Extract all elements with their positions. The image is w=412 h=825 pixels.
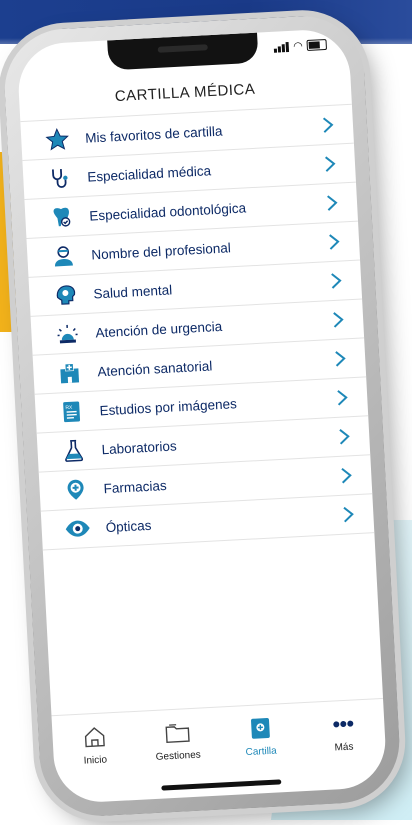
chevron-right-icon <box>322 117 334 133</box>
cartilla-menu: Mis favoritos de cartilla Especialidad m… <box>20 103 375 551</box>
menu-item-label: Estudios por imágenes <box>99 395 238 418</box>
chevron-right-icon <box>327 195 338 211</box>
chevron-right-icon <box>331 273 342 289</box>
doctor-icon <box>49 241 78 270</box>
home-icon <box>84 726 105 747</box>
tab-label: Cartilla <box>245 745 277 758</box>
battery-icon <box>306 38 328 52</box>
chevron-right-icon <box>339 429 350 445</box>
chevron-right-icon <box>329 234 340 250</box>
wifi-icon: ◠ <box>292 40 304 53</box>
tab-inicio[interactable]: Inicio <box>52 712 138 778</box>
folder-icon <box>164 723 190 743</box>
signal-icon <box>274 41 290 53</box>
menu-item-label: Especialidad odontológica <box>88 199 247 224</box>
svg-text:RX: RX <box>65 405 73 411</box>
bottom-tab-bar: Inicio Gestiones Cartilla Más <box>51 697 387 779</box>
rx-document-icon: RX <box>57 397 86 426</box>
tab-mas[interactable]: Más <box>300 699 386 765</box>
menu-item-label: Especialidad médica <box>86 162 212 185</box>
tab-cartilla[interactable]: Cartilla <box>217 703 303 769</box>
home-indicator <box>161 779 282 791</box>
menu-item-label: Laboratorios <box>101 437 177 457</box>
tab-label: Más <box>334 741 354 754</box>
more-dots-icon <box>332 720 353 727</box>
chevron-right-icon <box>337 390 348 406</box>
phone-frame: ◠ CARTILLA MÉDICA Mis favoritos de carti… <box>1 13 403 819</box>
status-bar: ◠ <box>274 38 328 53</box>
stethoscope-icon <box>45 163 74 192</box>
menu-item-label: Atención sanatorial <box>97 357 213 379</box>
siren-icon <box>53 319 82 348</box>
flask-icon <box>59 436 88 465</box>
eye-icon <box>63 514 92 543</box>
star-icon <box>43 124 72 153</box>
phone-notch <box>107 32 259 71</box>
hospital-icon <box>55 358 84 387</box>
tab-gestiones[interactable]: Gestiones <box>134 708 220 774</box>
chevron-right-icon <box>343 506 354 523</box>
chevron-right-icon <box>335 351 346 367</box>
phone-screen: ◠ CARTILLA MÉDICA Mis favoritos de carti… <box>16 27 388 805</box>
menu-item-label: Salud mental <box>93 281 173 302</box>
page-title: CARTILLA MÉDICA <box>114 80 256 106</box>
head-brain-icon <box>51 280 80 309</box>
cartilla-book-icon <box>250 717 270 739</box>
menu-item-label: Atención de urgencia <box>95 318 223 340</box>
tab-label: Gestiones <box>155 749 202 763</box>
pharmacy-pin-icon <box>61 475 90 504</box>
menu-item-label: Farmacias <box>103 477 167 496</box>
chevron-right-icon <box>325 156 336 172</box>
menu-item-label: Nombre del profesional <box>91 239 232 263</box>
menu-item-label: Mis favoritos de cartilla <box>84 123 223 146</box>
chevron-right-icon <box>333 312 344 328</box>
tooth-icon <box>47 202 76 231</box>
tab-label: Inicio <box>83 753 108 767</box>
chevron-right-icon <box>341 467 352 484</box>
menu-item-label: Ópticas <box>105 517 152 535</box>
